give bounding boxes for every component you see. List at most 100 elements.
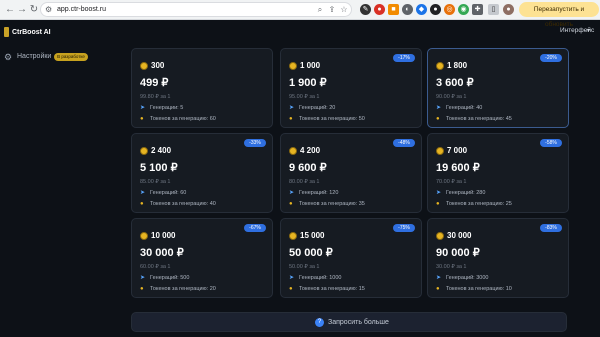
coin-icon: ●: [140, 201, 144, 207]
sidebar-panel-icon[interactable]: ▯: [488, 4, 499, 15]
price-per-unit: 60.00 ₽ за 1: [140, 264, 171, 270]
token-amount: 30 000: [447, 231, 472, 240]
rocket-icon: ➤: [436, 190, 442, 196]
sidebar-item-label: Настройки: [17, 53, 52, 60]
coin-icon: ●: [289, 116, 293, 122]
coin-icon: [436, 62, 444, 70]
chevron-down-icon: ▾: [587, 28, 591, 34]
generations-label: Генераций: 60: [150, 190, 187, 196]
extension-icon[interactable]: ✎: [360, 4, 371, 15]
generations-label: Генераций: 20: [299, 105, 336, 111]
pricing-card[interactable]: 15 000 50 000 ₽ 50.00 ₽ за 1 ➤ Генераций: 10…: [280, 218, 422, 298]
token-amount: 10 000: [151, 231, 176, 240]
rocket-icon: ➤: [436, 275, 442, 281]
generations-label: Генераций: 40: [446, 105, 483, 111]
price-per-unit: 90.00 ₽ за 1: [436, 94, 467, 100]
generations-label: Генераций: 3000: [446, 275, 489, 281]
package-price: 90 000 ₽: [436, 247, 480, 259]
rocket-icon: ➤: [289, 275, 295, 281]
app-name: CtrBoost AI: [12, 29, 51, 36]
pricing-card[interactable]: 10 000 30 000 ₽ 60.00 ₽ за 1 ➤ Генераций: 50…: [131, 218, 273, 298]
coin-icon: ●: [140, 286, 144, 292]
coin-icon: [140, 62, 148, 70]
puzzle-icon[interactable]: ✚: [472, 4, 483, 15]
token-amount: 15 000: [300, 231, 325, 240]
coin-icon: [289, 232, 297, 240]
request-more-button[interactable]: ? Запросить больше: [131, 312, 567, 332]
extension-icon[interactable]: ◉: [458, 4, 469, 15]
bookmark-star-icon[interactable]: ☆: [339, 4, 349, 16]
avatar[interactable]: ●: [503, 4, 514, 15]
discount-badge: -33%: [244, 139, 266, 147]
price-per-unit: 99.80 ₽ за 1: [140, 94, 171, 100]
token-amount: 1 800: [447, 61, 468, 70]
tokens-per-generation-label: Токенов за генерацию: 45: [446, 116, 512, 122]
package-price: 3 600 ₽: [436, 77, 474, 89]
discount-badge: -20%: [540, 54, 562, 62]
extension-icon[interactable]: ■: [388, 4, 399, 15]
rocket-icon: ➤: [436, 105, 442, 111]
pricing-card[interactable]: 4 200 9 600 ₽ 80.00 ₽ за 1 ➤ Генераций: 120 ●…: [280, 133, 422, 213]
tokens-per-generation-label: Токенов за генерацию: 25: [446, 201, 512, 207]
coin-icon: [140, 232, 148, 240]
url-text: app.ctr-boost.ru: [57, 6, 107, 13]
forward-icon[interactable]: →: [16, 4, 28, 16]
extension-icon[interactable]: ◎: [444, 4, 455, 15]
coin-icon: ●: [436, 201, 440, 207]
request-icon: ?: [315, 318, 324, 327]
discount-badge: -58%: [540, 139, 562, 147]
extension-icon[interactable]: ◆: [416, 4, 427, 15]
coin-icon: ●: [289, 286, 293, 292]
generations-label: Генераций: 500: [150, 275, 190, 281]
tokens-per-generation-label: Токенов за генерацию: 20: [150, 286, 216, 292]
sidebar: CtrBoost AI ⚙ Настройки В разработке: [0, 20, 120, 337]
discount-badge: -48%: [393, 139, 415, 147]
discount-badge: -83%: [540, 224, 562, 232]
back-icon[interactable]: ←: [4, 4, 16, 16]
share-icon[interactable]: ⇪: [327, 4, 337, 16]
tokens-per-generation-label: Токенов за генерацию: 15: [299, 286, 365, 292]
relaunch-button[interactable]: Перезапустить и обновить: [519, 2, 599, 28]
pricing-card[interactable]: 30 000 90 000 ₽ 30.00 ₽ за 1 ➤ Генераций: 30…: [427, 218, 569, 298]
token-amount: 4 200: [300, 146, 321, 155]
price-per-unit: 70.00 ₽ за 1: [436, 179, 467, 185]
sidebar-item-settings[interactable]: ⚙ Настройки В разработке: [4, 50, 116, 64]
pricing-card[interactable]: 1 800 3 600 ₽ 90.00 ₽ за 1 ➤ Генераций: 40 ● Т…: [427, 48, 569, 128]
generations-label: Генерации: 5: [150, 105, 184, 111]
package-price: 499 ₽: [140, 77, 169, 89]
coin-icon: ●: [436, 116, 440, 122]
coin-icon: [289, 62, 297, 70]
reload-icon[interactable]: ↻: [28, 4, 40, 16]
coin-icon: [140, 147, 148, 155]
coin-icon: [436, 232, 444, 240]
price-per-unit: 85.00 ₽ за 1: [140, 179, 171, 185]
discount-badge: -17%: [393, 54, 415, 62]
extension-icon[interactable]: ◐: [402, 4, 413, 15]
gear-icon: ⚙: [4, 52, 13, 62]
language-selector[interactable]: Интерфейс ▾: [560, 25, 596, 37]
rocket-icon: ➤: [140, 105, 146, 111]
site-info-icon[interactable]: ⚙: [45, 4, 55, 15]
pricing-card[interactable]: 7 000 19 600 ₽ 70.00 ₽ за 1 ➤ Генераций: 280…: [427, 133, 569, 213]
token-amount: 300: [151, 61, 165, 70]
address-bar[interactable]: ⚙ app.ctr-boost.ru ⌕ ⇪ ☆: [40, 2, 352, 17]
price-per-unit: 95.00 ₽ за 1: [289, 94, 320, 100]
request-more-label: Запросить больше: [328, 319, 389, 326]
price-per-unit: 30.00 ₽ за 1: [436, 264, 467, 270]
extension-icon[interactable]: ●: [430, 4, 441, 15]
coin-icon: ●: [140, 116, 144, 122]
generations-label: Генераций: 120: [299, 190, 339, 196]
search-icon[interactable]: ⌕: [315, 4, 325, 16]
pricing-card[interactable]: 300 499 ₽ 99.80 ₽ за 1 ➤ Генерации: 5 ● Токено…: [131, 48, 273, 128]
coin-icon: [436, 147, 444, 155]
tokens-per-generation-label: Токенов за генерацию: 50: [299, 116, 365, 122]
pricing-card[interactable]: 2 400 5 100 ₽ 85.00 ₽ за 1 ➤ Генераций: 60 ● Т…: [131, 133, 273, 213]
app-logo[interactable]: CtrBoost AI: [4, 26, 116, 40]
logo-mark-icon: [4, 27, 9, 37]
rocket-icon: ➤: [289, 105, 295, 111]
rocket-icon: ➤: [140, 275, 146, 281]
extension-icon[interactable]: ●: [374, 4, 385, 15]
tokens-per-generation-label: Токенов за генерацию: 60: [150, 116, 216, 122]
package-price: 1 900 ₽: [289, 77, 327, 89]
pricing-card[interactable]: 1 000 1 900 ₽ 95.00 ₽ за 1 ➤ Генераций: 20 ● Т…: [280, 48, 422, 128]
